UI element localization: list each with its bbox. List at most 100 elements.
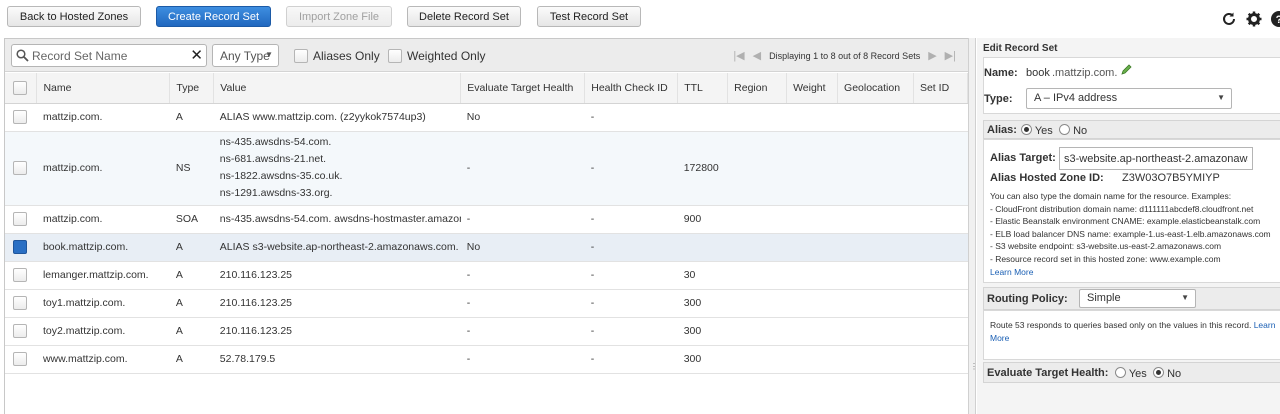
cell-eval-health: No xyxy=(460,103,585,132)
help-icon[interactable]: ? xyxy=(1270,10,1280,28)
help-item: - ELB load balancer DNS name: example-1.… xyxy=(990,228,1271,239)
table-row[interactable]: www.mattzip.com. A 52.78.179.5 - - 300 xyxy=(5,345,968,374)
back-to-hosted-zones-button[interactable]: Back to Hosted Zones xyxy=(7,6,141,27)
cell-health-check: - xyxy=(584,131,678,206)
cell-ttl: 300 xyxy=(677,345,728,374)
name-prefix[interactable]: book xyxy=(1026,67,1050,79)
type-label: Type: xyxy=(984,93,1013,105)
search-box: ✕ xyxy=(11,44,207,67)
clear-search-icon[interactable]: ✕ xyxy=(190,47,203,64)
prev-page-icon[interactable]: ◀ xyxy=(753,49,761,62)
cell-health-check: - xyxy=(584,261,678,290)
table-header-row: Name Type Value Evaluate Target Health H… xyxy=(5,73,969,104)
radio-icon[interactable] xyxy=(1153,367,1164,378)
next-page-icon[interactable]: ▶ xyxy=(928,49,936,62)
cell-eval-health: - xyxy=(460,289,585,318)
test-record-set-button[interactable]: Test Record Set xyxy=(537,6,641,27)
cell-name: mattzip.com. xyxy=(36,131,170,206)
cell-health-check: - xyxy=(584,317,678,346)
cell-ttl: 30 xyxy=(677,261,728,290)
column-header-geolocation[interactable]: Geolocation xyxy=(837,73,914,104)
radio-icon[interactable] xyxy=(1021,124,1032,135)
learn-more-link[interactable]: Learn xyxy=(1254,320,1276,330)
alias-target-box: Alias Target: Alias Hosted Zone ID: Z3W0… xyxy=(983,139,1280,283)
chevron-down-icon: ▼ xyxy=(1181,293,1189,302)
eth-yes-radio[interactable]: Yes xyxy=(1115,367,1147,380)
row-checkbox[interactable] xyxy=(13,296,27,310)
table-row[interactable]: mattzip.com. SOA ns-435.awsdns-54.com. a… xyxy=(5,205,968,234)
column-header-region[interactable]: Region xyxy=(727,73,788,104)
eth-no-radio[interactable]: No xyxy=(1153,367,1181,380)
column-header-weight[interactable]: Weight xyxy=(786,73,839,104)
alias-row: Alias: Yes No xyxy=(983,120,1280,139)
cell-health-check: - xyxy=(584,289,678,318)
learn-more-link-cont[interactable]: More xyxy=(990,332,1278,345)
column-header-type[interactable]: Type xyxy=(169,73,215,104)
cell-type: A xyxy=(169,103,214,132)
row-checkbox[interactable] xyxy=(13,110,27,124)
table-row[interactable]: lemanger.mattzip.com. A 210.116.123.25 -… xyxy=(5,261,968,290)
row-checkbox[interactable] xyxy=(13,352,27,366)
cell-type: A xyxy=(169,317,214,346)
cell-name: lemanger.mattzip.com. xyxy=(36,261,170,290)
cell-value: 210.116.123.25 xyxy=(213,261,461,290)
row-checkbox[interactable] xyxy=(13,268,27,282)
table-row[interactable]: mattzip.com. A ALIAS www.mattzip.com. (z… xyxy=(5,103,968,132)
row-checkbox[interactable] xyxy=(13,240,27,254)
svg-text:?: ? xyxy=(1276,14,1280,26)
row-checkbox[interactable] xyxy=(13,324,27,338)
column-header-value[interactable]: Value xyxy=(213,73,462,104)
last-page-icon[interactable]: ▶| xyxy=(945,49,956,62)
row-checkbox[interactable] xyxy=(13,161,27,175)
weighted-only-checkbox[interactable]: Weighted Only xyxy=(388,49,486,63)
refresh-icon[interactable] xyxy=(1220,10,1238,28)
alias-no-radio[interactable]: No xyxy=(1059,124,1087,137)
help-item: - Elastic Beanstalk environment CNAME: e… xyxy=(990,216,1261,227)
create-record-set-button[interactable]: Create Record Set xyxy=(156,6,271,27)
value-line: ns-681.awsdns-21.net. xyxy=(219,153,327,165)
eth-yes-label: Yes xyxy=(1128,368,1147,380)
table-row-selected[interactable]: book.mattzip.com. A ALIAS s3-website.ap-… xyxy=(5,233,968,262)
hosted-zone-label: Alias Hosted Zone ID: xyxy=(990,172,1104,184)
checkbox-icon[interactable] xyxy=(388,49,402,63)
first-page-icon[interactable]: |◀ xyxy=(733,49,744,62)
value-line: ns-435.awsdns-54.com. xyxy=(219,136,332,148)
select-all-checkbox[interactable] xyxy=(13,80,27,95)
aliases-only-checkbox[interactable]: Aliases Only xyxy=(294,49,380,63)
learn-more-link[interactable]: Learn More xyxy=(990,266,1278,279)
row-checkbox[interactable] xyxy=(13,212,27,226)
alias-help-text: You can also type the domain name for th… xyxy=(990,190,1278,278)
column-header-ttl[interactable]: TTL xyxy=(677,73,729,104)
import-zone-file-button[interactable]: Import Zone File xyxy=(286,6,392,27)
column-header-health-check-id[interactable]: Health Check ID xyxy=(584,73,679,104)
radio-icon[interactable] xyxy=(1059,124,1070,135)
cell-ttl: 900 xyxy=(677,205,728,234)
radio-icon[interactable] xyxy=(1115,367,1126,378)
cell-value: ALIAS s3-website.ap-northeast-2.amazonaw… xyxy=(213,233,461,262)
cell-name: book.mattzip.com. xyxy=(36,233,170,262)
table-row[interactable]: toy2.mattzip.com. A 210.116.123.25 - - 3… xyxy=(5,317,968,346)
delete-record-set-button[interactable]: Delete Record Set xyxy=(407,6,521,27)
routing-help-text: Route 53 responds to queries based only … xyxy=(990,319,1278,344)
cell-name: toy1.mattzip.com. xyxy=(36,289,170,318)
record-type-select[interactable]: A – IPv4 address ▼ xyxy=(1026,88,1232,109)
column-header-evaluate-target-health[interactable]: Evaluate Target Health xyxy=(460,73,586,104)
pencil-icon[interactable] xyxy=(1120,64,1132,79)
alias-yes-radio[interactable]: Yes xyxy=(1021,124,1053,137)
routing-help: Route 53 responds to queries based only … xyxy=(990,320,1252,330)
checkbox-icon[interactable] xyxy=(294,49,308,63)
record-set-name-search-input[interactable] xyxy=(30,47,186,64)
column-header-name[interactable]: Name xyxy=(36,73,171,104)
table-row[interactable]: toy1.mattzip.com. A 210.116.123.25 - - 3… xyxy=(5,289,968,318)
alias-target-input[interactable] xyxy=(1059,147,1253,170)
table-row[interactable]: mattzip.com. NS ns-435.awsdns-54.com. ns… xyxy=(5,131,968,206)
cell-value: ns-435.awsdns-54.com. awsdns-hostmaster.… xyxy=(213,205,461,234)
type-filter-select[interactable]: Any Type ▼ xyxy=(212,44,279,67)
pagination-text: Displaying 1 to 8 out of 8 Record Sets xyxy=(769,50,921,61)
column-header-set-id[interactable]: Set ID xyxy=(913,73,969,104)
select-all-cell xyxy=(5,73,38,104)
panel-splitter[interactable]: ⋮ xyxy=(968,38,978,414)
gear-icon[interactable] xyxy=(1245,10,1263,28)
cell-value: ns-435.awsdns-54.com. ns-681.awsdns-21.n… xyxy=(213,131,461,206)
routing-policy-select[interactable]: Simple ▼ xyxy=(1079,289,1196,308)
